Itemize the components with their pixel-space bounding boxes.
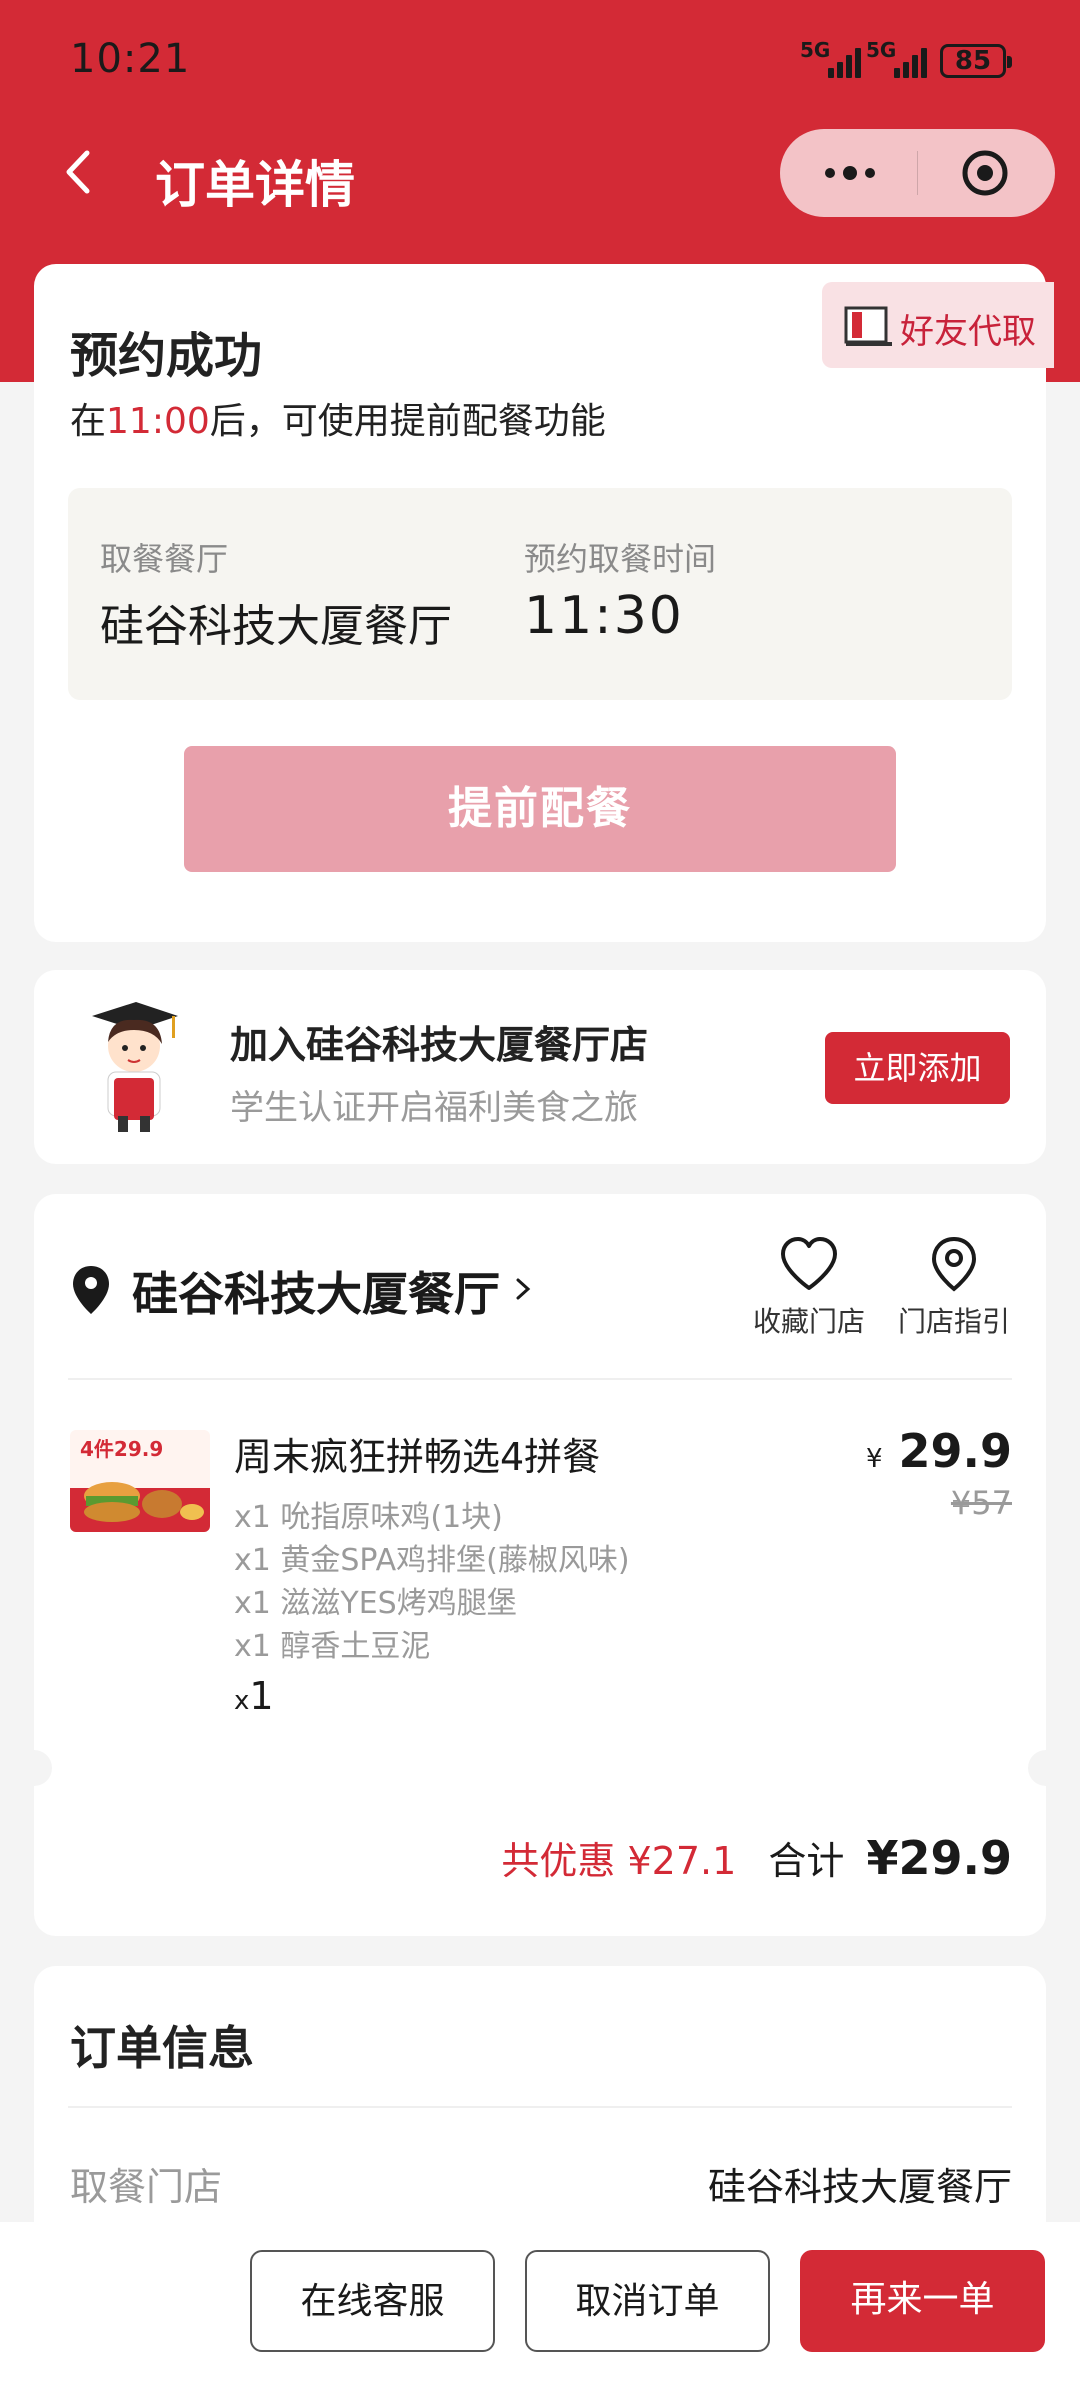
favorite-store-button[interactable]: 收藏门店 [744, 1236, 874, 1340]
online-service-button[interactable]: 在线客服 [250, 2250, 495, 2352]
book-icon [844, 306, 894, 348]
capsule-divider [917, 151, 918, 195]
store-directions-button[interactable]: 门店指引 [889, 1236, 1019, 1340]
favorite-store-label: 收藏门店 [752, 1305, 865, 1338]
discount-label: 共优惠 [501, 1839, 616, 1883]
ticket-notch-left [16, 1750, 52, 1786]
cancel-order-button[interactable]: 取消订单 [525, 2250, 770, 2352]
product-image: 4件29.9 [70, 1430, 210, 1532]
status-bar: 10:21 5G 5G 85 [0, 0, 1080, 120]
order-info-heading: 订单信息 [70, 2021, 254, 2075]
pickup-store-value: 硅谷科技大厦餐厅 [707, 2165, 1012, 2209]
reservation-card: 好友代取 预约成功 在11:00后，可使用提前配餐功能 取餐餐厅 硅谷科技大厦餐… [34, 264, 1054, 942]
pickup-store-label: 取餐门店 [70, 2165, 223, 2209]
advance-prep-button[interactable]: 提前配餐 [184, 746, 896, 872]
map-pin-icon [931, 1236, 977, 1292]
chevron-right-icon[interactable] [512, 1272, 536, 1306]
product-item: x1 醇香土豆泥 [234, 1629, 431, 1664]
order-total-row: 共优惠 ¥27.1 合计 ¥29.9 [501, 1830, 1012, 1885]
subtitle-pre: 在 [70, 401, 107, 442]
restaurant-value: 硅谷科技大厦餐厅 [100, 601, 452, 652]
product-item: x1 滋滋YES烤鸡腿堡 [234, 1586, 517, 1621]
subtitle-post: 后，可使用提前配餐功能 [209, 401, 606, 442]
price-value: 29.9 [898, 1424, 1013, 1478]
signal-label: 5G [800, 38, 831, 62]
reservation-subtitle: 在11:00后，可使用提前配餐功能 [70, 392, 606, 444]
divider [68, 2106, 1012, 2108]
product-price: ¥ 29.9 [866, 1424, 1012, 1478]
product-name: 周末疯狂拼畅选4拼餐 [234, 1435, 601, 1479]
product-original-price: ¥57 [950, 1484, 1012, 1522]
order-items-card: 硅谷科技大厦餐厅 收藏门店 门店指引 4件29.9 周末疯狂拼畅选4拼餐 x1 … [16, 1194, 1064, 1936]
more-icon[interactable] [820, 149, 880, 197]
subtitle-time: 11:00 [106, 401, 210, 442]
store-name-link[interactable]: 硅谷科技大厦餐厅 [132, 1258, 500, 1324]
qty-value: 1 [249, 1674, 274, 1718]
reservation-heading: 预约成功 [70, 328, 263, 384]
restaurant-label: 取餐餐厅 [100, 540, 229, 578]
pickup-time-label: 预约取餐时间 [524, 540, 717, 578]
pickup-info-box: 取餐餐厅 硅谷科技大厦餐厅 预约取餐时间 11:30 [68, 488, 1012, 700]
total-value: ¥29.9 [866, 1831, 1012, 1885]
close-mini-program-icon[interactable] [960, 149, 1010, 197]
back-icon[interactable] [55, 147, 105, 197]
promo-title: 加入硅谷科技大厦餐厅店 [230, 1023, 649, 1067]
price-currency: ¥ [865, 1444, 883, 1474]
product-item: x1 黄金SPA鸡排堡(藤椒风味) [234, 1543, 630, 1578]
nav-bar: 订单详情 [0, 125, 1080, 225]
student-promo-card: 加入硅谷科技大厦餐厅店 学生认证开启福利美食之旅 立即添加 [34, 970, 1046, 1164]
signal-label-2: 5G [866, 38, 897, 62]
pickup-time-value: 11:30 [524, 586, 684, 646]
battery-icon: 85 [940, 44, 1012, 78]
page-title: 订单详情 [155, 156, 355, 214]
promo-subtitle: 学生认证开启福利美食之旅 [230, 1088, 638, 1128]
mini-program-capsule [780, 129, 1055, 217]
product-items-list: x1 吮指原味鸡(1块) x1 黄金SPA鸡排堡(藤椒风味) x1 滋滋YES烤… [234, 1496, 630, 1668]
product-badge: 4件29.9 [80, 1437, 163, 1461]
reorder-button[interactable]: 再来一单 [800, 2250, 1045, 2352]
qty-prefix: x [234, 1686, 250, 1716]
status-time: 10:21 [70, 36, 191, 82]
heart-icon [781, 1237, 837, 1290]
mascot-illustration [78, 998, 188, 1134]
location-pin-icon [70, 1264, 112, 1316]
product-quantity: x1 [234, 1674, 274, 1718]
discount-value: ¥27.1 [627, 1839, 737, 1883]
bottom-action-bar: 在线客服 取消订单 再来一单 [0, 2222, 1080, 2382]
divider [68, 1378, 1012, 1380]
info-row-pickup-store: 取餐门店 硅谷科技大厦餐厅 [70, 2156, 1012, 2211]
ticket-notch-right [1028, 1750, 1064, 1786]
friend-pickup-button[interactable]: 好友代取 [822, 282, 1054, 368]
add-now-button[interactable]: 立即添加 [825, 1032, 1010, 1104]
product-item: x1 吮指原味鸡(1块) [234, 1500, 503, 1535]
store-directions-label: 门店指引 [897, 1305, 1010, 1338]
total-label: 合计 [768, 1839, 845, 1883]
friend-pickup-label: 好友代取 [900, 312, 1036, 352]
